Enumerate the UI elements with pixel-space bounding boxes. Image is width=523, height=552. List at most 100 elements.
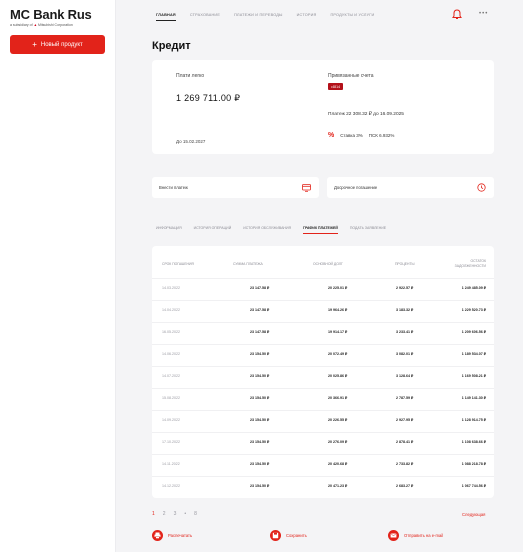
cell-balance: 1 088 218.78 ₽ — [461, 462, 486, 466]
new-product-button[interactable]: + Новый продукт — [10, 35, 105, 54]
early-repayment-button[interactable]: Досрочное погашение — [327, 177, 494, 198]
cell-interest: 2 927.95 ₽ — [396, 418, 414, 422]
cell-balance: 1 067 744.56 ₽ — [461, 484, 486, 488]
header-balance: ОСТАТОК ЗАДОЛЖЕННОСТИ — [438, 259, 486, 269]
page-1[interactable]: 1 — [152, 511, 155, 517]
header-date: СРОК ПОГАШЕНИЯ — [162, 262, 194, 266]
payment-icon — [302, 184, 311, 192]
cell-interest: 3 183.32 ₽ — [396, 308, 414, 312]
header-interest: ПРОЦЕНТЫ — [395, 262, 415, 266]
nav-item-products[interactable]: ПРОДУКТЫ И УСЛУГИ — [330, 13, 374, 17]
nav-item-payments[interactable]: ПЛАТЕЖИ И ПЕРЕВОДЫ — [234, 13, 283, 17]
tab-info[interactable]: ИНФОРМАЦИЯ — [156, 226, 182, 230]
psk-value: ПСК 6.932% — [368, 133, 395, 138]
cell-balance: 1 149 141.30 ₽ — [461, 396, 486, 400]
cell-date: 14.03.2022 — [162, 286, 180, 290]
cell-interest: 2 733.82 ₽ — [396, 462, 414, 466]
cell-balance: 1 229 520.73 ₽ — [461, 308, 486, 312]
top-bar: ГЛАВНАЯ СТРАХОВАНИЕ ПЛАТЕЖИ И ПЕРЕВОДЫ И… — [116, 0, 523, 32]
cell-date: 17.10.2022 — [162, 440, 180, 444]
cell-sum: 23 154.50 ₽ — [250, 484, 270, 488]
next-page-link[interactable]: Следующая — [462, 512, 485, 517]
cell-balance: 1 209 606.56 ₽ — [461, 330, 486, 334]
early-repayment-label: Досрочное погашение — [334, 185, 378, 190]
table-row: 17.10.2022 23 154.50 ₽ 20 276.09 ₽ 2 878.41… — [152, 432, 494, 454]
save-label: Сохранить — [286, 533, 307, 538]
more-icon[interactable]: ••• — [479, 11, 488, 17]
cell-principal: 20 420.68 ₽ — [328, 462, 348, 466]
table-row: 14.04.2022 23 147.58 ₽ 19 964.26 ₽ 3 183.32… — [152, 300, 494, 322]
cell-date: 14.12.2022 — [162, 484, 180, 488]
cell-principal: 20 225.01 ₽ — [328, 286, 348, 290]
email-button[interactable]: Отправить на e-mail — [388, 530, 443, 541]
header-principal: ОСНОВНОЙ ДОЛГ — [313, 262, 343, 266]
loan-amount: 1 269 711.00 ₽ — [176, 93, 241, 103]
cell-sum: 23 147.58 ₽ — [250, 286, 270, 290]
mail-icon — [388, 530, 399, 541]
next-payment: Платеж 22 308.32 ₽ до 16.09.2025 — [328, 112, 404, 117]
logo[interactable]: MC Bank Rus a subsidiary of ▲ Mitsubishi… — [10, 7, 92, 27]
tab-application[interactable]: ПОДАТЬ ЗАЯВЛЕНИЕ — [350, 226, 386, 230]
tab-schedule[interactable]: ГРАФИК ПЛАТЕЖЕЙ — [302, 226, 338, 234]
page-3[interactable]: 3 — [174, 511, 177, 517]
cell-interest: 3 233.41 ₽ — [396, 330, 414, 334]
cell-interest: 3 082.01 ₽ — [396, 352, 414, 356]
accounts-label: Привязанные счета — [328, 73, 374, 79]
rate-info: % Ставка 3% ПСК 6.932% — [328, 132, 394, 139]
cell-interest: 2 683.27 ₽ — [396, 484, 414, 488]
main-nav: ГЛАВНАЯ СТРАХОВАНИЕ ПЛАТЕЖИ И ПЕРЕВОДЫ И… — [156, 13, 374, 21]
print-icon — [152, 530, 163, 541]
cell-sum: 23 154.50 ₽ — [250, 462, 270, 466]
tab-service[interactable]: ИСТОРИЯ ОБСЛУЖИВАНИЯ — [243, 226, 291, 230]
cell-principal: 19 964.26 ₽ — [328, 308, 348, 312]
logo-subtitle: a subsidiary of ▲ Mitsubishi Corporation — [10, 23, 92, 27]
cell-interest: 3 128.64 ₽ — [396, 374, 414, 378]
email-label: Отправить на e-mail — [404, 533, 444, 538]
cell-sum: 23 154.50 ₽ — [250, 396, 270, 400]
cell-date: 14.11.2022 — [162, 462, 180, 466]
nav-item-history[interactable]: ИСТОРИЯ — [297, 13, 317, 17]
cell-balance: 1 128 914.75 ₽ — [461, 418, 486, 422]
cell-sum: 23 154.50 ₽ — [250, 352, 270, 356]
logo-subtitle-text: a subsidiary of — [10, 23, 33, 27]
cell-date: 15.08.2022 — [162, 396, 180, 400]
cell-interest: 2 787.59 ₽ — [396, 396, 414, 400]
print-button[interactable]: Распечатать — [152, 530, 192, 541]
cell-balance: 1 169 508.21 ₽ — [461, 374, 486, 378]
page-2[interactable]: 2 — [163, 511, 166, 517]
cell-sum: 23 154.50 ₽ — [250, 418, 270, 422]
save-icon — [270, 530, 281, 541]
save-button[interactable]: Сохранить — [270, 530, 307, 541]
percent-icon: % — [328, 132, 335, 139]
table-row: 14.11.2022 23 154.50 ₽ 20 420.68 ₽ 2 733.82… — [152, 454, 494, 476]
tab-operations[interactable]: ИСТОРИЯ ОПЕРАЦИЙ — [194, 226, 232, 230]
bell-icon[interactable] — [452, 9, 462, 20]
sidebar: MC Bank Rus a subsidiary of ▲ Mitsubishi… — [0, 0, 116, 552]
new-product-label: Новый продукт — [40, 41, 83, 48]
cell-balance: 1 249 485.09 ₽ — [461, 286, 486, 290]
cell-date: 14.04.2022 — [162, 308, 180, 312]
page-8[interactable]: 8 — [194, 511, 197, 517]
table-row: 16.05.2022 23 147.58 ₽ 19 914.17 ₽ 3 233.41… — [152, 322, 494, 344]
cell-date: 14.09.2022 — [162, 418, 180, 422]
account-badge[interactable]: •4814 — [328, 83, 344, 90]
page-title: Кредит — [152, 40, 191, 52]
loan-until: До 15.02.2027 — [176, 139, 206, 144]
plus-icon: + — [32, 39, 37, 49]
cell-principal: 20 366.91 ₽ — [328, 396, 348, 400]
cell-sum: 23 154.50 ₽ — [250, 440, 270, 444]
print-label: Распечатать — [168, 533, 193, 538]
header-sum: СУММА ПЛАТЕЖА — [233, 262, 263, 266]
nav-item-insurance[interactable]: СТРАХОВАНИЕ — [190, 13, 220, 17]
rate-value: Ставка 3% — [340, 133, 363, 138]
nav-item-main[interactable]: ГЛАВНАЯ — [156, 13, 176, 21]
pagination: 1 2 3 • 8 — [152, 511, 197, 517]
table-row: 14.12.2022 23 154.50 ₽ 20 471.23 ₽ 2 683.27… — [152, 476, 494, 498]
history-clock-icon — [477, 183, 486, 192]
cell-principal: 20 276.09 ₽ — [328, 440, 348, 444]
cell-sum: 23 147.58 ₽ — [250, 308, 270, 312]
make-payment-button[interactable]: Внести платеж — [152, 177, 319, 198]
table-row: 15.08.2022 23 154.50 ₽ 20 366.91 ₽ 2 787.59… — [152, 388, 494, 410]
schedule-table: СРОК ПОГАШЕНИЯ СУММА ПЛАТЕЖА ОСНОВНОЙ ДО… — [152, 246, 494, 498]
table-row: 14.06.2022 23 154.50 ₽ 20 072.49 ₽ 3 082.01… — [152, 344, 494, 366]
